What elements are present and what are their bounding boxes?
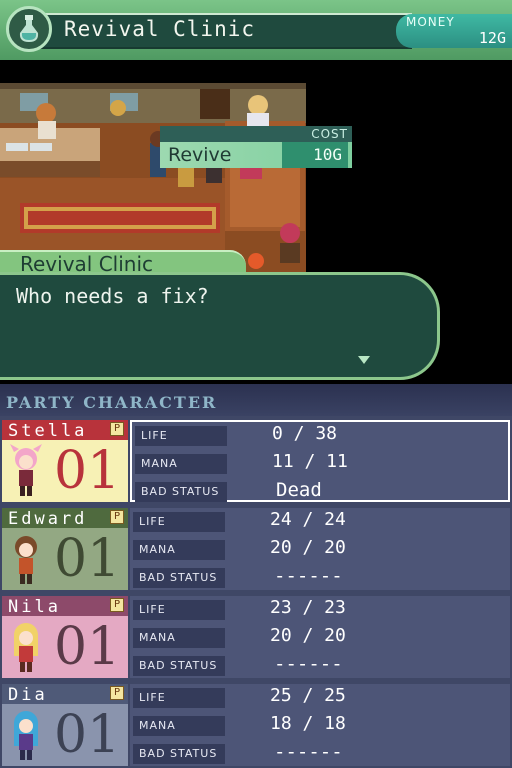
member-name-bar: Nila P	[2, 596, 128, 617]
service-cost: 10G	[282, 142, 348, 168]
bad-status-label: BAD STATUS	[133, 656, 225, 676]
top-screen: Revival Clinic MONEY 12G COST Revive 10G…	[0, 0, 512, 384]
member-portrait: 01	[2, 528, 128, 590]
member-level: 01	[54, 441, 121, 501]
shop-interior-scene	[0, 83, 306, 273]
bad-status-row: BAD STATUS ------	[130, 740, 510, 766]
character-sprite-icon	[6, 708, 46, 762]
service-name: Revive	[168, 144, 232, 166]
member-name: Edward	[8, 509, 88, 529]
shop-icon-badge	[6, 6, 52, 52]
member-stats: LIFE 0 / 38 MANA 11 / 11 BAD STATUS Dead	[130, 420, 510, 502]
life-row: LIFE 0 / 38	[132, 422, 512, 448]
mana-label: MANA	[133, 628, 225, 648]
member-portrait: 01	[2, 440, 128, 502]
party-member-card[interactable]: Edward P 01 LIFE 24 / 24 MANA 20 / 20 BAD STATU…	[0, 506, 512, 592]
bad-status-value: Dead	[276, 479, 322, 501]
mana-row: MANA 20 / 20	[130, 536, 510, 562]
member-portrait: 01	[2, 616, 128, 678]
bad-status-value: ------	[274, 741, 343, 763]
life-label: LIFE	[133, 688, 225, 708]
member-portrait: 01	[2, 704, 128, 766]
life-label: LIFE	[135, 426, 227, 446]
character-sprite-icon	[6, 444, 46, 498]
dialog-continue-arrow-icon	[358, 356, 370, 364]
shop-title: Revival Clinic	[64, 17, 256, 41]
member-level: 01	[54, 617, 121, 677]
member-name-bar: Edward P	[2, 508, 128, 529]
potion-bottle-icon	[19, 15, 39, 42]
party-badge-icon: P	[110, 422, 124, 436]
bad-status-value: ------	[274, 653, 343, 675]
party-badge-icon: P	[110, 686, 124, 700]
bad-status-value: ------	[274, 565, 343, 587]
party-member-card[interactable]: Dia P 01 LIFE 25 / 25 MANA 18 / 18 BAD STATUS --…	[0, 682, 512, 768]
bad-status-row: BAD STATUS Dead	[132, 478, 512, 504]
member-stats: LIFE 25 / 25 MANA 18 / 18 BAD STATUS ------	[130, 684, 510, 766]
member-level: 01	[54, 705, 121, 765]
life-row: LIFE 25 / 25	[130, 684, 510, 710]
member-level: 01	[54, 529, 121, 589]
mana-label: MANA	[133, 716, 225, 736]
life-value: 0 / 38	[272, 423, 338, 444]
life-value: 24 / 24	[270, 509, 346, 530]
life-row: LIFE 23 / 23	[130, 596, 510, 622]
dialog-speaker: Revival Clinic	[20, 252, 154, 276]
bad-status-label: BAD STATUS	[133, 744, 225, 764]
life-value: 23 / 23	[270, 597, 346, 618]
bad-status-label: BAD STATUS	[133, 568, 225, 588]
member-name: Stella	[8, 421, 88, 441]
life-label: LIFE	[133, 512, 225, 532]
member-name: Nila	[8, 597, 61, 617]
member-name-bar: Stella P	[2, 420, 128, 441]
member-name: Dia	[8, 685, 48, 705]
member-stats: LIFE 23 / 23 MANA 20 / 20 BAD STATUS ------	[130, 596, 510, 678]
dialog-text: Who needs a fix?	[16, 284, 209, 308]
mana-value: 11 / 11	[272, 451, 348, 472]
mana-value: 20 / 20	[270, 625, 346, 646]
service-option-revive[interactable]: Revive 10G	[160, 142, 352, 168]
life-row: LIFE 24 / 24	[130, 508, 510, 534]
money-label: MONEY	[406, 15, 455, 29]
character-sprite-icon	[6, 620, 46, 674]
member-stats: LIFE 24 / 24 MANA 20 / 20 BAD STATUS ------	[130, 508, 510, 590]
party-badge-icon: P	[110, 598, 124, 612]
party-title: PARTY CHARACTER	[6, 393, 218, 412]
party-member-card[interactable]: Stella P 01 LIFE 0 / 38 MANA 11 / 11 BAD STATUS…	[0, 418, 512, 504]
mana-row: MANA 18 / 18	[130, 712, 510, 738]
bad-status-label: BAD STATUS	[135, 482, 227, 502]
life-value: 25 / 25	[270, 685, 346, 706]
bad-status-row: BAD STATUS ------	[130, 564, 510, 590]
bottom-screen: PARTY CHARACTER Stella P 01 LIFE 0 / 38 MANA 1…	[0, 384, 512, 768]
mana-row: MANA 11 / 11	[132, 450, 512, 476]
money-value: 12G	[478, 29, 506, 47]
party-member-card[interactable]: Nila P 01 LIFE 23 / 23 MANA 20 / 20 BAD STATUS -…	[0, 594, 512, 680]
member-name-bar: Dia P	[2, 684, 128, 705]
party-badge-icon: P	[110, 510, 124, 524]
mana-value: 20 / 20	[270, 537, 346, 558]
service-cost-panel: COST Revive 10G	[160, 126, 352, 168]
mana-label: MANA	[133, 540, 225, 560]
character-sprite-icon	[6, 532, 46, 586]
mana-row: MANA 20 / 20	[130, 624, 510, 650]
mana-value: 18 / 18	[270, 713, 346, 734]
mana-label: MANA	[135, 454, 227, 474]
cost-label: COST	[311, 127, 348, 141]
bad-status-row: BAD STATUS ------	[130, 652, 510, 678]
life-label: LIFE	[133, 600, 225, 620]
